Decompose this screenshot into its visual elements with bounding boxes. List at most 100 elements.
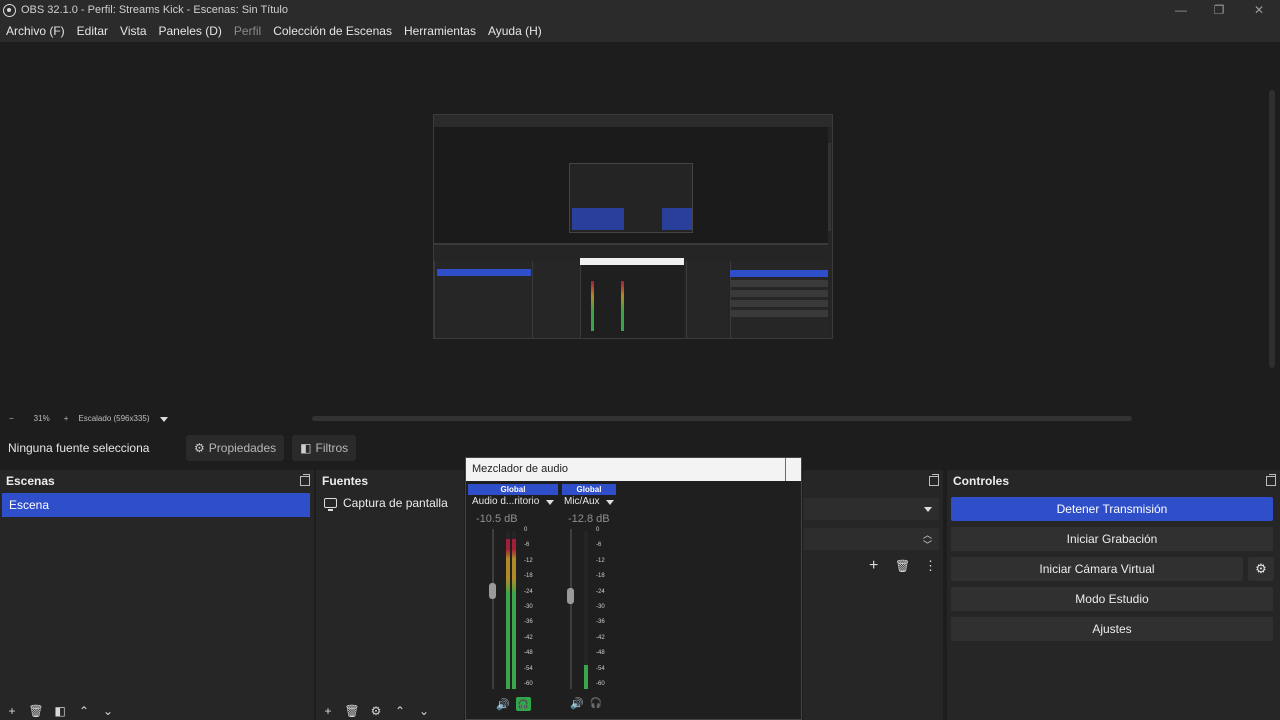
close-button[interactable]: ✕ — [1240, 0, 1278, 20]
zoom-value: 31% — [33, 414, 50, 423]
meter-scale-tick: -12 — [524, 557, 533, 564]
mixer-channel-desktop-audio: Global Audio d...ritorio -10.5 dB 0 -6 -12… — [466, 481, 558, 719]
title-bar: OBS 32.1.0 - Perfil: Streams Kick - Esce… — [0, 0, 1280, 20]
source-name: Captura de pantalla — [343, 496, 448, 510]
studio-mode-button[interactable]: Modo Estudio — [951, 587, 1273, 611]
arrow-up-icon[interactable]: ⌃ — [388, 705, 412, 717]
transition-duration-spinner[interactable]: ︿ ﹀ — [803, 528, 939, 550]
meter-scale-tick: -18 — [596, 573, 605, 580]
meter-scale: 0 -6 -12 -18 -24 -30 -36 -42 -48 -54 -60 — [524, 527, 538, 687]
sources-dock: Fuentes Captura de pantalla + 🗑 ⚙ ⌃ ⌄ — [316, 470, 464, 720]
scale-mode-dropdown-icon[interactable] — [159, 416, 170, 422]
trash-icon[interactable]: 🗑 — [340, 705, 364, 717]
menu-tools[interactable]: Herramientas — [398, 20, 482, 42]
trash-icon[interactable]: 🗑 — [895, 559, 910, 573]
menu-view[interactable]: Vista — [114, 20, 152, 42]
menu-help[interactable]: Ayuda (H) — [482, 20, 548, 42]
gear-icon[interactable]: ⚙ — [364, 705, 388, 717]
obs-logo-icon — [3, 3, 16, 17]
arrow-up-icon[interactable]: ⌃ — [72, 705, 96, 717]
zoom-in-button[interactable]: + — [64, 414, 69, 423]
start-virtual-camera-button[interactable]: Iniciar Cámara Virtual — [951, 557, 1243, 581]
filter-icon[interactable]: ◧ — [48, 705, 72, 717]
filters-button[interactable]: ◧ Filtros — [292, 435, 357, 461]
filters-label: Filtros — [315, 441, 349, 455]
canvas-nested-scenes-dock — [434, 261, 531, 338]
start-recording-button[interactable]: Iniciar Grabación — [951, 527, 1273, 551]
maximize-button[interactable]: ❐ — [1200, 0, 1238, 20]
trash-icon[interactable]: 🗑 — [24, 705, 48, 717]
preview-horizontal-scrollbar[interactable] — [312, 416, 1132, 421]
canvas-nested-mixer — [580, 261, 684, 338]
level-meter-fill — [506, 539, 510, 689]
volume-fader[interactable] — [570, 529, 572, 689]
chevron-down-icon[interactable]: ﹀ — [923, 538, 932, 551]
canvas-nested-control-button — [730, 280, 828, 287]
canvas-nested-scrollbar — [828, 143, 831, 231]
add-icon[interactable]: + — [0, 705, 24, 717]
menu-docks[interactable]: Paneles (D) — [153, 20, 228, 42]
arrow-down-icon[interactable]: ⌄ — [412, 705, 436, 717]
stop-streaming-button[interactable]: Detener Transmisión — [951, 497, 1273, 521]
scenes-dock: Escenas Escena + 🗑 ◧ ⌃ ⌄ — [0, 470, 314, 720]
audio-mixer-body: Global Audio d...ritorio -10.5 dB 0 -6 -12… — [466, 481, 801, 719]
scene-list-item[interactable]: Escena — [2, 493, 310, 517]
volume-fader[interactable] — [492, 529, 494, 689]
audio-mixer-window[interactable]: Mezclador de audio Global Audio d...rito… — [465, 457, 802, 720]
preview-vertical-scrollbar[interactable] — [1264, 42, 1280, 410]
meter-scale-tick: 0 — [524, 527, 528, 533]
canvas-nested-transitions-dock — [686, 261, 728, 338]
meter-scale-tick: -18 — [524, 573, 533, 580]
channel-db-value: -10.5 dB — [476, 513, 518, 525]
menu-scene-collection[interactable]: Colección de Escenas — [267, 20, 398, 42]
undock-icon[interactable] — [1266, 474, 1276, 486]
settings-button[interactable]: Ajustes — [951, 617, 1273, 641]
arrow-down-icon[interactable]: ⌄ — [96, 705, 120, 717]
scrollbar-thumb[interactable] — [1269, 90, 1275, 368]
transition-select[interactable] — [803, 498, 939, 520]
meter-scale-tick: -30 — [524, 604, 533, 610]
channel-menu-icon[interactable] — [546, 500, 554, 505]
meter-scale-tick: -6 — [596, 542, 602, 549]
menu-edit[interactable]: Editar — [71, 20, 114, 42]
gear-icon: ⚙ — [1255, 561, 1267, 576]
audio-mixer-title[interactable]: Mezclador de audio — [466, 458, 801, 481]
canvas-nested-preview — [434, 127, 828, 245]
virtual-camera-settings-button[interactable]: ⚙ — [1248, 557, 1274, 581]
minimize-button[interactable]: — — [1162, 0, 1200, 20]
add-icon[interactable]: + — [316, 705, 340, 717]
level-meter — [584, 531, 588, 689]
filter-icon: ◧ — [300, 441, 312, 455]
channel-actions: 🔊 🎧 — [570, 697, 602, 710]
meter-scale-tick: -60 — [596, 681, 605, 687]
meter-scale-tick: -30 — [596, 604, 605, 610]
canvas-nested-blue-panel — [572, 208, 624, 230]
zoom-out-button[interactable]: − — [9, 414, 14, 423]
source-list-item[interactable]: Captura de pantalla — [324, 496, 448, 511]
menu-profile[interactable]: Perfil — [228, 20, 267, 42]
speaker-icon[interactable]: 🔊 — [496, 698, 510, 711]
meter-scale-tick: -24 — [524, 588, 533, 595]
menu-file[interactable]: Archivo (F) — [0, 20, 71, 42]
undock-icon[interactable] — [929, 474, 939, 486]
level-meter — [512, 531, 516, 689]
more-options-icon[interactable]: ⋮ — [924, 558, 937, 574]
close-icon[interactable] — [785, 458, 801, 481]
mixer-channel-mic-aux: Global Mic/Aux -12.8 dB 0 -6 -12 -18 -24 -30 -… — [560, 481, 618, 719]
channel-name[interactable]: Audio d...ritorio — [472, 496, 539, 507]
headphones-icon[interactable]: 🎧 — [590, 698, 602, 709]
no-source-label: Ninguna fuente selecciona — [8, 441, 150, 455]
volume-fader-handle[interactable] — [489, 583, 496, 599]
add-icon[interactable]: + — [869, 557, 878, 575]
channel-global-badge: Global — [562, 484, 616, 495]
headphones-icon[interactable]: 🎧 — [515, 697, 531, 711]
properties-button[interactable]: ⚙ Propiedades — [186, 435, 285, 461]
volume-fader-handle[interactable] — [567, 588, 574, 604]
undock-icon[interactable] — [300, 474, 310, 486]
gear-icon: ⚙ — [194, 441, 205, 455]
channel-name[interactable]: Mic/Aux — [564, 496, 600, 507]
channel-global-badge: Global — [468, 484, 558, 495]
preview-canvas[interactable] — [433, 114, 833, 339]
channel-menu-icon[interactable] — [606, 500, 614, 505]
speaker-icon[interactable]: 🔊 — [570, 697, 584, 710]
